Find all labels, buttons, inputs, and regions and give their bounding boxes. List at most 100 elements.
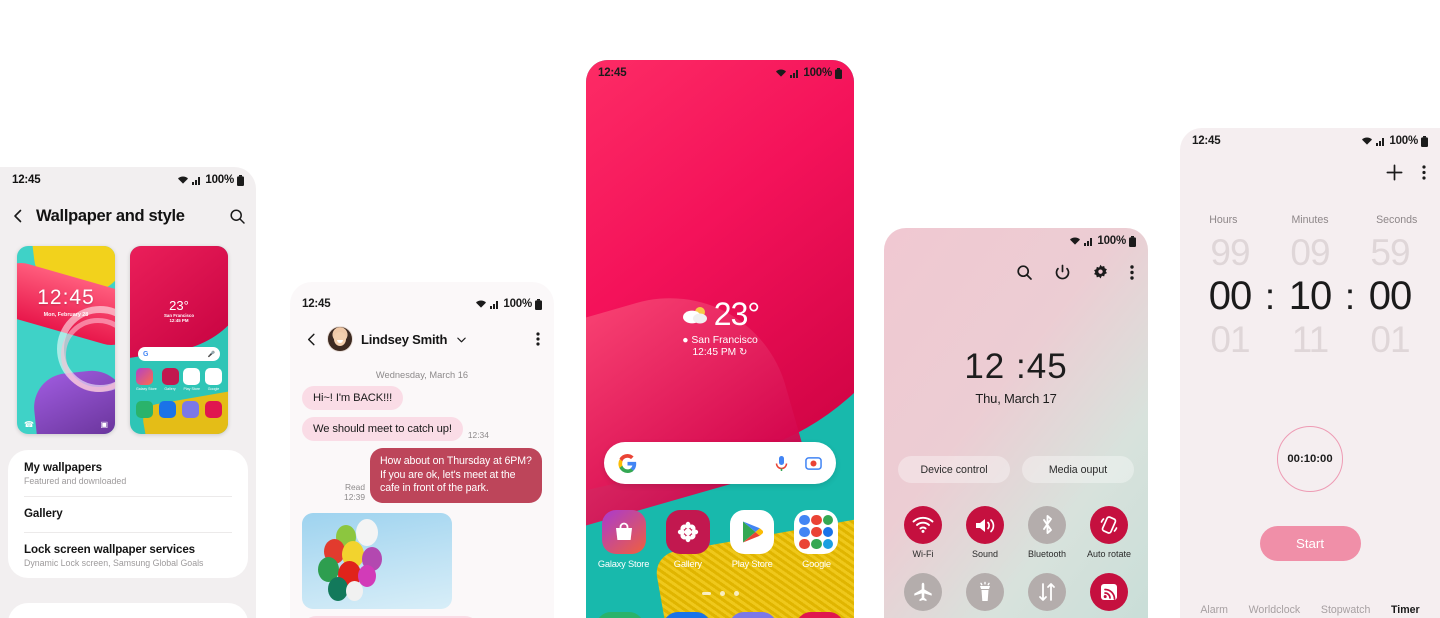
signal-icon bbox=[1084, 236, 1094, 246]
messages-icon[interactable] bbox=[662, 612, 711, 618]
panel-messages: 12:45 100% Lindsey Smith Wednesday, Marc… bbox=[290, 282, 554, 618]
power-icon[interactable] bbox=[1054, 264, 1071, 281]
tile-auto-rotate[interactable]: Auto rotate bbox=[1080, 506, 1138, 559]
quick-tiles-row-1: Wi-Fi Sound Bluetooth Auto rotate bbox=[894, 506, 1138, 559]
status-bar: 12:45 100% bbox=[1180, 128, 1440, 154]
preview-search-bar: G 🎤 bbox=[138, 347, 220, 361]
page-indicator[interactable] bbox=[586, 591, 854, 596]
tile-hotspot[interactable] bbox=[1080, 573, 1138, 616]
timer-dial-value[interactable]: 00:10:00 bbox=[1277, 426, 1343, 492]
seconds-above: 59 bbox=[1370, 232, 1410, 273]
list-item-title: Lock screen wallpaper services bbox=[24, 543, 196, 556]
location-pin-icon: ● bbox=[682, 335, 689, 346]
search-icon[interactable] bbox=[229, 208, 246, 225]
tile-label: Sound bbox=[971, 549, 999, 559]
hours-selected[interactable]: 00 bbox=[1197, 274, 1263, 319]
date-separator: Wednesday, March 16 bbox=[375, 370, 469, 380]
quick-panel-toolbar bbox=[1016, 264, 1134, 281]
status-time: 12:45 bbox=[1192, 135, 1221, 147]
panel-quick-settings: 100% 12 :45 Thu, March 17 Device control… bbox=[884, 228, 1148, 618]
clock-date: Thu, March 17 bbox=[975, 391, 1057, 406]
timer-column-headers: Hours Minutes Seconds bbox=[1180, 214, 1440, 226]
list-item-my-wallpapers[interactable]: My wallpapers Featured and downloaded bbox=[8, 450, 248, 496]
tab-stopwatch[interactable]: Stopwatch bbox=[1321, 604, 1370, 616]
more-vertical-icon[interactable] bbox=[536, 331, 540, 347]
refresh-icon[interactable]: ↻ bbox=[739, 347, 748, 358]
settings-gear-icon[interactable] bbox=[1092, 264, 1109, 281]
list-item-gallery[interactable]: Gallery bbox=[8, 496, 248, 532]
status-icons: 100% bbox=[1361, 135, 1428, 147]
lock-screen-preview[interactable]: 12:45 Mon, February 28 ☎ ▣ bbox=[17, 246, 115, 434]
status-time: 12:45 bbox=[12, 174, 41, 186]
more-vertical-icon[interactable] bbox=[1422, 164, 1426, 181]
dock bbox=[596, 612, 844, 618]
column-minutes: Minutes bbox=[1291, 214, 1329, 226]
preview-dock bbox=[136, 401, 222, 418]
app-bar: Wallpaper and style bbox=[0, 193, 256, 239]
message-bubble-incoming[interactable]: Hi~! I'm BACK!!! bbox=[302, 386, 404, 410]
weather-time-text: 12:45 PM bbox=[692, 347, 737, 358]
app-gallery[interactable]: Gallery bbox=[660, 510, 715, 569]
home-screen-preview[interactable]: 23° San Francisco 12:45 PM G 🎤 Galaxy St… bbox=[130, 246, 228, 434]
tab-timer[interactable]: Timer bbox=[1391, 604, 1420, 616]
minutes-below: 11 bbox=[1291, 319, 1329, 360]
screenshot-stage: 12:45 100% Wallpaper and style 12:45 Mon… bbox=[0, 0, 1440, 618]
app-play-store[interactable]: Play Store bbox=[725, 510, 780, 569]
minutes-selected[interactable]: 10 bbox=[1277, 274, 1343, 319]
battery-icon bbox=[237, 174, 244, 186]
signal-icon bbox=[790, 68, 800, 78]
app-label: Google bbox=[802, 559, 831, 569]
phone-icon[interactable] bbox=[596, 612, 644, 618]
preview-app-label: Gallery bbox=[164, 386, 176, 391]
tile-flashlight[interactable] bbox=[956, 573, 1014, 616]
battery-icon bbox=[1421, 135, 1428, 147]
media-output-button[interactable]: Media ouput bbox=[1022, 456, 1134, 483]
battery-percent: 100% bbox=[503, 298, 532, 310]
start-button[interactable]: Start bbox=[1259, 526, 1361, 561]
signal-icon bbox=[192, 175, 202, 185]
app-google-folder[interactable]: Google bbox=[789, 510, 844, 569]
device-control-button[interactable]: Device control bbox=[898, 456, 1010, 483]
timer-picker[interactable]: 99 : 09 : 59 00 : 10 : 00 01 : 11 : 01 bbox=[1180, 232, 1440, 361]
avatar[interactable] bbox=[328, 327, 352, 351]
google-lens-icon[interactable] bbox=[805, 455, 822, 472]
phone-icon: ☎ bbox=[24, 420, 34, 429]
seconds-selected[interactable]: 00 bbox=[1357, 274, 1423, 319]
back-arrow-icon[interactable] bbox=[10, 208, 26, 224]
airplane-mode-icon bbox=[904, 573, 942, 611]
battery-percent: 100% bbox=[205, 174, 234, 186]
status-time: 12:45 bbox=[598, 67, 627, 79]
more-vertical-icon[interactable] bbox=[1130, 264, 1134, 281]
list-item-lock-screen-services[interactable]: Lock screen wallpaper services Dynamic L… bbox=[8, 532, 248, 578]
message-bubble-outgoing[interactable]: How about on Thursday at 6PM? If you are… bbox=[370, 448, 542, 503]
tile-airplane-mode[interactable] bbox=[894, 573, 952, 616]
microphone-icon[interactable] bbox=[774, 455, 789, 472]
list-card-partial[interactable] bbox=[8, 603, 248, 618]
preview-date: Mon, February 28 bbox=[43, 312, 89, 318]
message-bubble-incoming[interactable]: We should meet to catch up! bbox=[302, 417, 463, 441]
battery-percent: 100% bbox=[1389, 135, 1418, 147]
chevron-down-icon[interactable] bbox=[456, 334, 467, 345]
tile-mobile-data[interactable] bbox=[1018, 573, 1076, 616]
back-arrow-icon[interactable] bbox=[304, 332, 319, 347]
camera-icon[interactable] bbox=[795, 612, 844, 618]
weather-widget[interactable]: 23° ● San Francisco 12:45 PM ↻ bbox=[586, 296, 854, 358]
battery-percent: 100% bbox=[1097, 235, 1126, 247]
status-bar: 12:45 100% bbox=[290, 291, 554, 317]
plus-icon[interactable] bbox=[1385, 163, 1404, 182]
message-image-balloons[interactable] bbox=[302, 512, 452, 609]
weather-temp: 23° bbox=[713, 296, 760, 332]
gallery-icon bbox=[665, 510, 710, 554]
internet-icon[interactable] bbox=[729, 612, 778, 618]
app-galaxy-store[interactable]: Galaxy Store bbox=[596, 510, 651, 569]
preview-clock: 12:45 Mon, February 28 bbox=[17, 286, 115, 318]
tile-wifi[interactable]: Wi-Fi bbox=[894, 506, 952, 559]
tile-sound[interactable]: Sound bbox=[956, 506, 1014, 559]
preview-app-label: Google bbox=[207, 386, 220, 391]
tab-worldclock[interactable]: Worldclock bbox=[1249, 604, 1301, 616]
tab-alarm[interactable]: Alarm bbox=[1200, 604, 1228, 616]
google-search-bar[interactable] bbox=[604, 442, 836, 484]
preview-weather: 23° San Francisco 12:45 PM bbox=[130, 298, 228, 323]
search-icon[interactable] bbox=[1016, 264, 1033, 281]
tile-bluetooth[interactable]: Bluetooth bbox=[1018, 506, 1076, 559]
